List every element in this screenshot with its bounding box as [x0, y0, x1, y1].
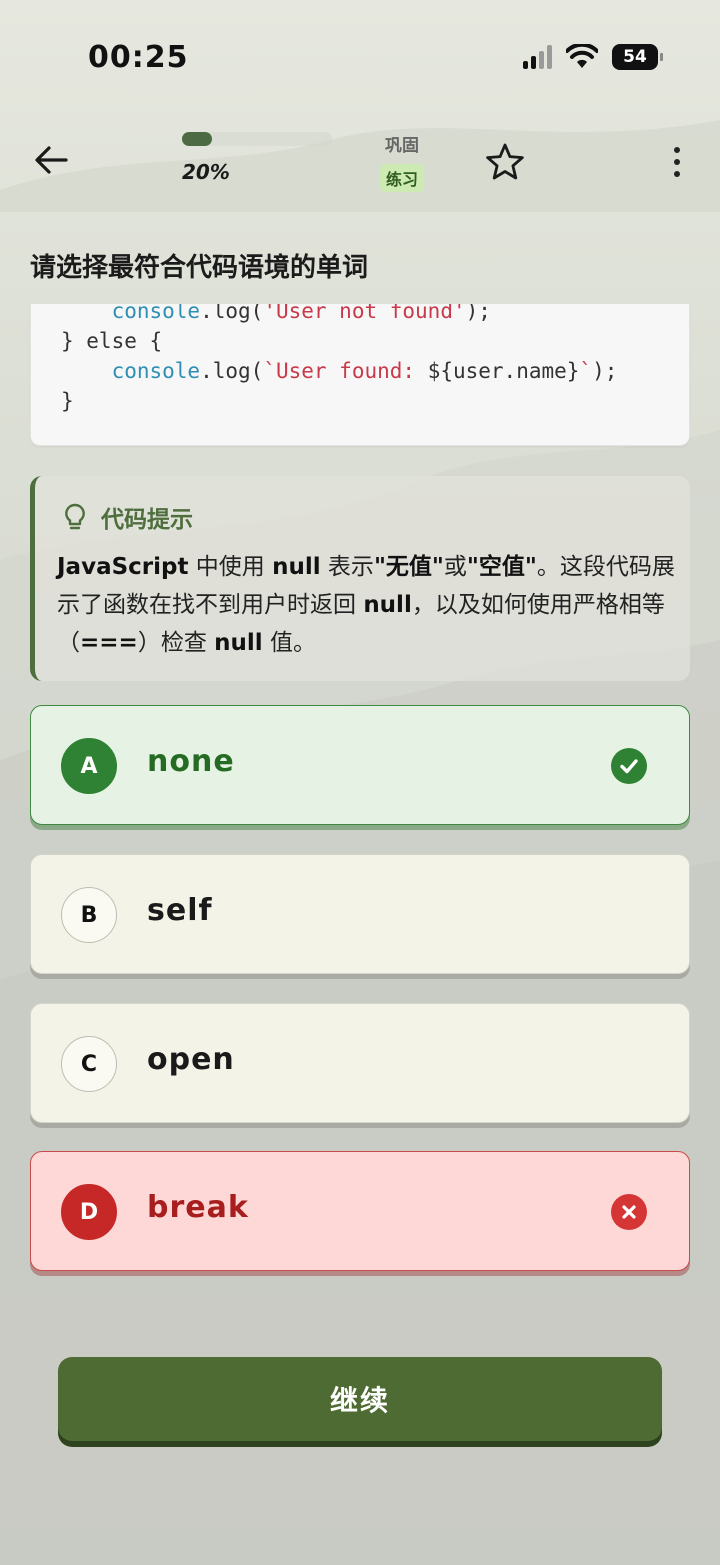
code-line: } else {	[61, 326, 617, 356]
code-token: `User found:	[263, 359, 428, 383]
hint-text-part: JavaScript	[57, 554, 189, 580]
more-options-button[interactable]	[664, 141, 690, 183]
continue-button[interactable]: 继续	[58, 1357, 662, 1441]
hint-text-part: 或	[443, 554, 467, 580]
hint-text-part: ）检查	[137, 630, 215, 656]
option-letter: C	[61, 1036, 117, 1092]
mode-indicator: 巩固 练习	[372, 131, 432, 192]
code-token: console	[111, 304, 201, 323]
mode-badge: 练习	[379, 164, 424, 192]
lightbulb-icon	[65, 503, 85, 530]
hint-text-part: 表示	[320, 554, 374, 580]
favorite-button[interactable]	[484, 141, 526, 183]
hint-card: 代码提示 JavaScript 中使用 null 表示"无值"或"空值"。这段代…	[30, 476, 690, 681]
code-token: } else {	[61, 329, 163, 353]
option-a[interactable]: Anone	[30, 705, 690, 825]
cellular-signal-icon	[523, 45, 552, 69]
code-token: .log(	[200, 359, 264, 383]
option-letter: A	[61, 738, 117, 794]
option-b[interactable]: Bself	[30, 854, 690, 974]
option-text: self	[147, 893, 213, 928]
status-time: 00:25	[88, 40, 189, 75]
option-letter: B	[61, 887, 117, 943]
hint-text-part: null	[214, 630, 263, 656]
code-token: );	[465, 304, 491, 323]
code-line: console.log('User not found');	[61, 304, 617, 326]
code-token: );	[592, 359, 618, 383]
star-outline-icon	[486, 143, 524, 180]
mode-title: 巩固	[385, 136, 419, 156]
check-circle-icon	[611, 748, 647, 784]
option-c[interactable]: Copen	[30, 1003, 690, 1123]
progress-label: 20%	[182, 160, 230, 184]
code-line: console.log(`User found: ${user.name}`);	[61, 356, 618, 386]
option-text: open	[147, 1042, 235, 1077]
option-text: none	[147, 744, 235, 779]
hint-text-part: null	[363, 592, 412, 618]
hint-header: 代码提示	[63, 500, 193, 534]
wifi-icon	[566, 44, 598, 68]
status-bar: 00:25 54	[0, 0, 720, 115]
hint-text-part: "空值"	[466, 554, 537, 580]
arrow-left-icon	[35, 146, 68, 174]
option-d[interactable]: Dbreak	[30, 1151, 690, 1271]
hint-text-part: ===	[80, 630, 138, 656]
hint-text-part: "无值"	[373, 554, 444, 580]
more-vertical-icon	[674, 147, 680, 153]
question-title: 请选择最符合代码语境的单词	[30, 253, 369, 283]
question-content: 请选择最符合代码语境的单词 console.log('User not foun…	[0, 211, 720, 1565]
code-token: ${user.name}	[427, 359, 580, 383]
x-circle-icon	[611, 1194, 647, 1230]
hint-text-part: 值。	[262, 630, 316, 656]
progress-fill	[182, 132, 212, 146]
code-line: }	[61, 386, 617, 416]
battery-indicator: 54	[612, 44, 663, 70]
code-lines: console.log('User not found');} else { c…	[61, 304, 617, 416]
option-text: break	[147, 1190, 249, 1225]
top-bar: 20% 巩固 练习	[0, 115, 720, 211]
option-letter: D	[61, 1184, 117, 1240]
progress-track	[182, 132, 332, 146]
status-icons: 54	[523, 44, 663, 70]
back-button[interactable]	[28, 137, 74, 183]
code-token: console	[111, 359, 201, 383]
code-token: .log(	[200, 304, 264, 323]
hint-text-part: null	[272, 554, 321, 580]
code-token: 'User not found'	[263, 304, 466, 323]
hint-text-part: 中使用	[188, 554, 273, 580]
hint-title: 代码提示	[101, 507, 193, 533]
code-snippet: console.log('User not found');} else { c…	[30, 304, 690, 446]
code-token: }	[61, 389, 74, 413]
progress-indicator: 20%	[182, 132, 332, 184]
code-token: `	[579, 359, 593, 383]
hint-body: JavaScript 中使用 null 表示"无值"或"空值"。这段代码展示了函…	[57, 548, 677, 662]
